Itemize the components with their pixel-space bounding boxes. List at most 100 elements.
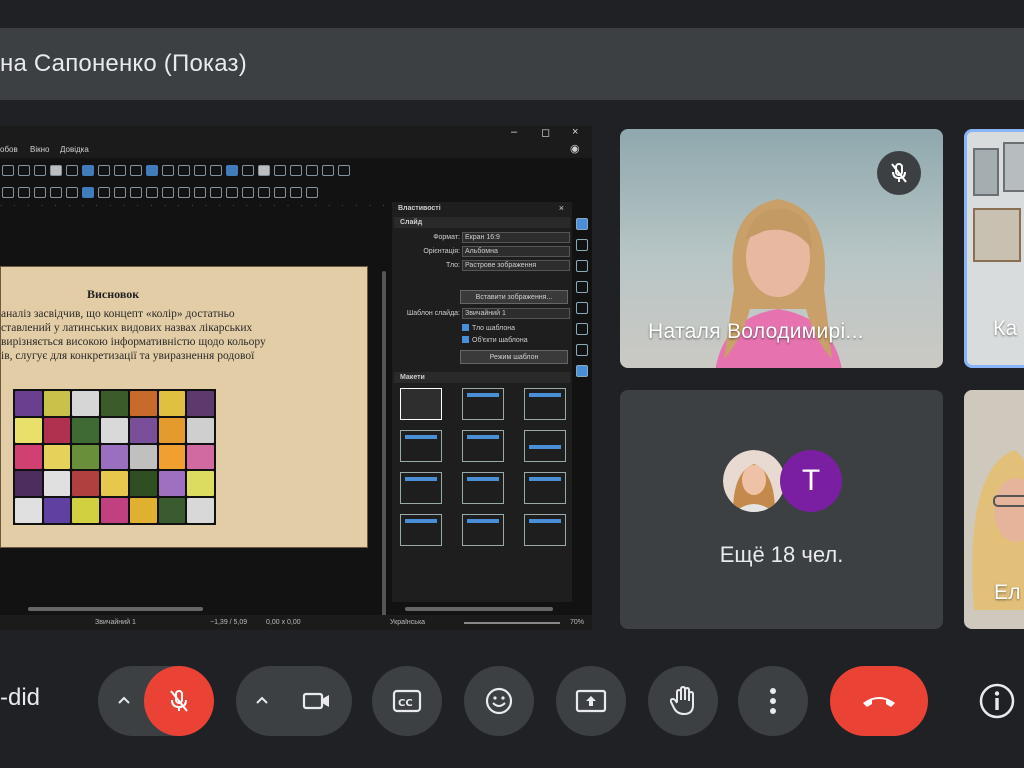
- styles-icon[interactable]: [576, 239, 588, 251]
- tool-icon[interactable]: [258, 186, 270, 198]
- layout-title-only[interactable]: [462, 430, 504, 462]
- shared-screen[interactable]: – ◻ × обов Вікно Довідка ◉ · · · · · · ·…: [0, 126, 592, 630]
- menu-item[interactable]: Вікно: [30, 145, 49, 154]
- tool-icon[interactable]: [98, 186, 110, 198]
- raise-hand-button[interactable]: [648, 666, 718, 736]
- emoji-reactions-button[interactable]: [464, 666, 534, 736]
- tool-icon[interactable]: [306, 164, 318, 176]
- close-icon[interactable]: ×: [559, 203, 564, 213]
- tool-icon[interactable]: [290, 186, 302, 198]
- master-slides-icon[interactable]: [576, 365, 588, 377]
- tool-icon[interactable]: [34, 186, 46, 198]
- tool-icon[interactable]: [18, 186, 30, 198]
- tool-icon[interactable]: [178, 186, 190, 198]
- tool-icon[interactable]: [226, 164, 238, 176]
- tool-icon[interactable]: [82, 186, 94, 198]
- tool-icon[interactable]: [290, 164, 302, 176]
- tool-icon[interactable]: [322, 164, 334, 176]
- tool-icon[interactable]: [146, 186, 158, 198]
- tool-icon[interactable]: [82, 164, 94, 176]
- layout-title-content[interactable]: [524, 388, 566, 420]
- tool-icon[interactable]: [130, 164, 142, 176]
- master-select[interactable]: Звичайний 1: [462, 308, 570, 319]
- more-participants-tile[interactable]: T Ещё 18 чел.: [620, 390, 943, 629]
- horizontal-scrollbar[interactable]: [28, 607, 203, 611]
- layout-content-two[interactable]: [462, 472, 504, 504]
- tool-icon[interactable]: [242, 186, 254, 198]
- gallery-icon[interactable]: [576, 260, 588, 272]
- tool-icon[interactable]: [178, 164, 190, 176]
- tool-icon[interactable]: [210, 186, 222, 198]
- layout-title-two-content[interactable]: [400, 430, 442, 462]
- tool-icon[interactable]: [18, 164, 30, 176]
- captions-button[interactable]: CC: [372, 666, 442, 736]
- tool-icon[interactable]: [210, 164, 222, 176]
- tool-icon[interactable]: [130, 186, 142, 198]
- animation-icon[interactable]: [576, 323, 588, 335]
- layout-title-six[interactable]: [462, 514, 504, 546]
- layout-title[interactable]: [462, 388, 504, 420]
- globe-icon[interactable]: ◉: [570, 142, 580, 155]
- tool-icon[interactable]: [162, 164, 174, 176]
- more-options-button[interactable]: [738, 666, 808, 736]
- layout-title-four[interactable]: [400, 514, 442, 546]
- navigator-icon[interactable]: [576, 281, 588, 293]
- transition-icon[interactable]: [576, 344, 588, 356]
- leave-call-button[interactable]: [830, 666, 928, 736]
- tool-icon[interactable]: [34, 164, 46, 176]
- master-background-checkbox[interactable]: Тло шаблона: [462, 324, 515, 334]
- tool-icon[interactable]: [146, 164, 158, 176]
- participant-tile[interactable]: Ел: [964, 390, 1024, 629]
- tool-icon[interactable]: [194, 186, 206, 198]
- section-layouts[interactable]: Макети: [394, 372, 570, 383]
- present-screen-button[interactable]: [556, 666, 626, 736]
- orientation-select[interactable]: Альбомна: [462, 246, 570, 257]
- tool-icon[interactable]: [98, 164, 110, 176]
- camera-toggle-button[interactable]: [282, 666, 352, 736]
- sidebar-scrollbar[interactable]: [405, 607, 553, 611]
- master-objects-checkbox[interactable]: Об'єкти шаблона: [462, 336, 528, 346]
- insert-image-button[interactable]: Вставити зображення...: [460, 290, 568, 304]
- minimize-icon[interactable]: –: [511, 126, 517, 138]
- tool-icon[interactable]: [306, 186, 318, 198]
- participant-tile[interactable]: Наталя Володимирі...: [620, 129, 943, 368]
- participant-tile[interactable]: Ка: [964, 129, 1024, 368]
- slide-canvas[interactable]: Висновок аналіз засвідчив, що концепт «к…: [0, 266, 368, 548]
- tool-icon[interactable]: [114, 186, 126, 198]
- tool-icon[interactable]: [2, 164, 14, 176]
- tool-icon[interactable]: [226, 186, 238, 198]
- tool-icon[interactable]: [66, 186, 78, 198]
- tool-icon[interactable]: [66, 164, 78, 176]
- master-view-button[interactable]: Режим шаблон: [460, 350, 568, 364]
- mic-toggle-button[interactable]: [144, 666, 214, 736]
- layout-grid-six[interactable]: [524, 514, 566, 546]
- chevron-up-icon[interactable]: [250, 688, 274, 712]
- tool-icon[interactable]: [50, 186, 62, 198]
- tool-icon[interactable]: [274, 164, 286, 176]
- layout-centered-text[interactable]: [524, 430, 566, 462]
- tool-icon[interactable]: [2, 186, 14, 198]
- tool-icon[interactable]: [258, 164, 270, 176]
- close-icon[interactable]: ×: [572, 126, 578, 138]
- format-select[interactable]: Екран 16:9: [462, 232, 570, 243]
- chevron-up-icon[interactable]: [112, 688, 136, 712]
- maximize-icon[interactable]: ◻: [541, 126, 550, 139]
- tool-icon[interactable]: [162, 186, 174, 198]
- shapes-icon[interactable]: [576, 302, 588, 314]
- layout-four-content[interactable]: [400, 472, 442, 504]
- vertical-scrollbar[interactable]: [382, 271, 386, 630]
- tool-icon[interactable]: [114, 164, 126, 176]
- menu-item[interactable]: Довідка: [60, 145, 89, 154]
- properties-icon[interactable]: [576, 218, 588, 230]
- tool-icon[interactable]: [50, 164, 62, 176]
- background-select[interactable]: Растрове зображення: [462, 260, 570, 271]
- tool-icon[interactable]: [338, 164, 350, 176]
- zoom-slider[interactable]: [464, 622, 560, 624]
- tool-icon[interactable]: [242, 164, 254, 176]
- tool-icon[interactable]: [194, 164, 206, 176]
- section-slide[interactable]: Слайд: [394, 217, 570, 228]
- layout-blank[interactable]: [400, 388, 442, 420]
- tool-icon[interactable]: [274, 186, 286, 198]
- layout-two-content-title[interactable]: [524, 472, 566, 504]
- menu-item[interactable]: обов: [0, 145, 18, 154]
